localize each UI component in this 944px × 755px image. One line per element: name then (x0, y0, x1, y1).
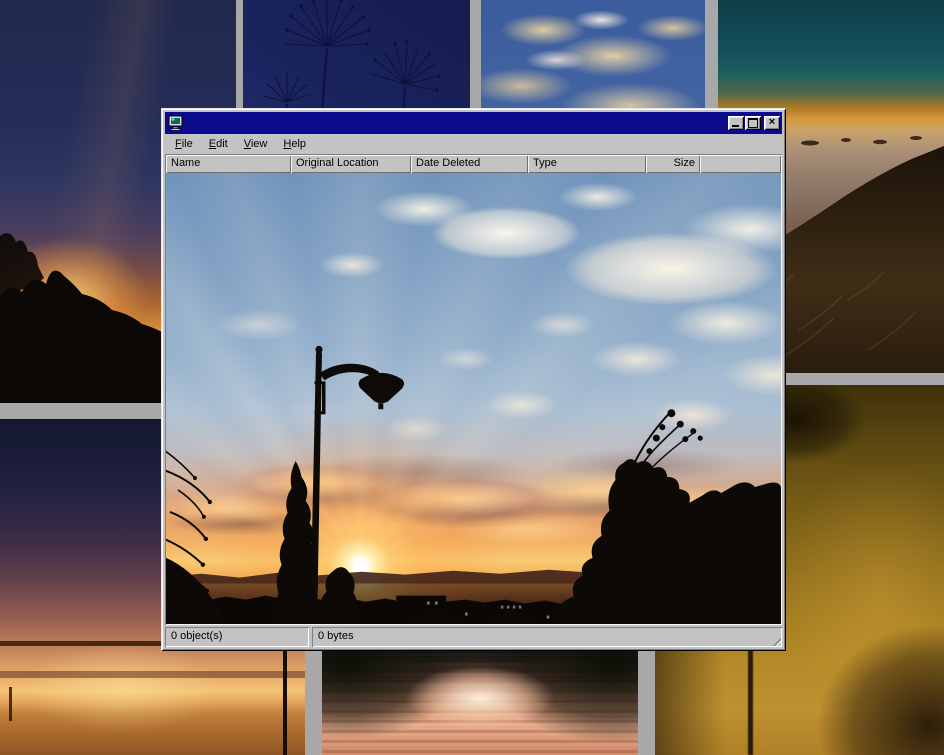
menu-help[interactable]: Help (275, 136, 314, 153)
silhouettes-graphic (166, 173, 781, 624)
title-bar[interactable]: × (165, 112, 782, 134)
column-header-size[interactable]: Size (646, 155, 700, 173)
menu-bar: File Edit View Help (165, 134, 782, 154)
column-header-row: Name Original Location Date Deleted Type… (166, 155, 781, 173)
status-size: 0 bytes (312, 627, 782, 647)
column-header-original-location[interactable]: Original Location (291, 155, 411, 173)
wooden-pole-silhouette (9, 687, 12, 721)
column-header-date-deleted[interactable]: Date Deleted (411, 155, 528, 173)
maximize-icon (748, 118, 758, 128)
minimize-button[interactable] (728, 116, 744, 130)
status-object-count: 0 object(s) (165, 627, 309, 647)
column-header-name[interactable]: Name (166, 155, 291, 173)
list-view: Name Original Location Date Deleted Type… (165, 154, 782, 625)
sandbar-silhouette (0, 671, 305, 678)
menu-file[interactable]: File (167, 136, 201, 153)
close-button[interactable]: × (764, 116, 780, 130)
my-computer-icon (168, 115, 185, 131)
status-bar: 0 object(s) 0 bytes (165, 627, 782, 647)
menu-edit[interactable]: Edit (201, 136, 236, 153)
minimize-icon (732, 125, 739, 127)
list-body-sunset-photo[interactable] (166, 173, 781, 624)
column-header-filler[interactable] (700, 155, 781, 173)
desktop: × File Edit View Help Name Original Loca… (0, 0, 944, 755)
menu-view[interactable]: View (236, 136, 276, 153)
maximize-button[interactable] (745, 116, 761, 130)
close-icon: × (769, 116, 775, 128)
recycle-bin-window: × File Edit View Help Name Original Loca… (161, 108, 786, 651)
column-header-type[interactable]: Type (528, 155, 646, 173)
